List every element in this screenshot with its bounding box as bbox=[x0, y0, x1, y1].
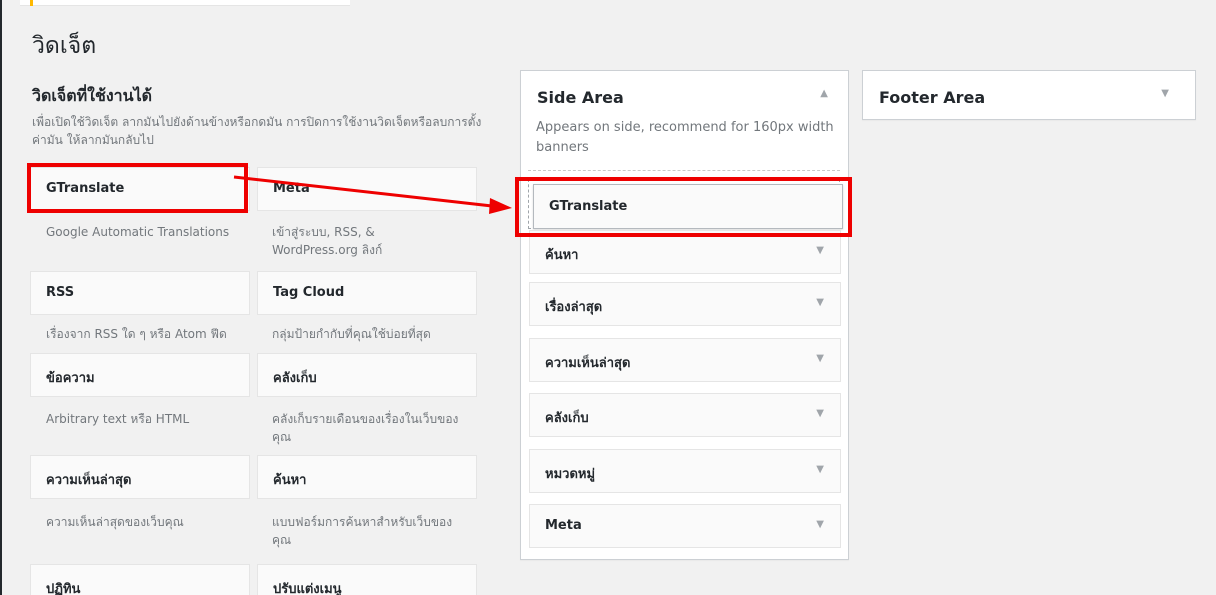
triangle-down-icon[interactable]: ▼ bbox=[816, 353, 824, 364]
widget-title: ความเห็นล่าสุด bbox=[545, 356, 631, 371]
footer-area-title[interactable]: Footer Area bbox=[879, 88, 985, 107]
widget-rss[interactable]: RSS bbox=[30, 271, 250, 315]
widget-search[interactable]: ค้นหา bbox=[257, 455, 477, 499]
widget-description: Google Automatic Translations bbox=[46, 225, 230, 239]
side-area-title[interactable]: Side Area bbox=[537, 88, 624, 107]
widget-title: ปรับแต่งเมนู bbox=[273, 582, 342, 595]
widget-custom-menu[interactable]: ปรับแต่งเมนู bbox=[257, 564, 477, 595]
sidebar-widget-recent-posts[interactable]: เรื่องล่าสุด ▼ bbox=[529, 282, 841, 326]
widget-title: ความเห็นล่าสุด bbox=[46, 473, 132, 488]
available-widgets-title: วิดเจ็ตที่ใช้งานได้ bbox=[32, 86, 152, 105]
widget-meta[interactable]: Meta bbox=[257, 167, 477, 211]
widget-archives[interactable]: คลังเก็บ bbox=[257, 353, 477, 397]
widget-description: แบบฟอร์มการค้นหาสำหรับเว็บของคุณ bbox=[272, 515, 453, 547]
widget-title: คลังเก็บ bbox=[273, 371, 317, 386]
widget-title: Meta bbox=[545, 518, 582, 533]
widget-title: คลังเก็บ bbox=[545, 411, 589, 426]
footer-area-sidebar[interactable]: Footer Area ▼ bbox=[862, 70, 1196, 120]
widget-description: Arbitrary text หรือ HTML bbox=[46, 412, 190, 426]
widget-description: กลุ่มป้ายกำกับที่คุณใช้บ่อยที่สุด bbox=[272, 327, 431, 341]
highlight-target-box bbox=[515, 177, 852, 237]
highlight-source-box bbox=[27, 163, 248, 213]
triangle-down-icon[interactable]: ▼ bbox=[1161, 88, 1169, 99]
triangle-up-icon[interactable]: ▲ bbox=[820, 88, 828, 99]
triangle-down-icon[interactable]: ▼ bbox=[816, 519, 824, 530]
widget-description: คลังเก็บรายเดือนของเรื่องในเว็บของคุณ bbox=[272, 412, 459, 444]
triangle-down-icon[interactable]: ▼ bbox=[816, 408, 824, 419]
sidebar-widget-archives[interactable]: คลังเก็บ ▼ bbox=[529, 393, 841, 437]
side-area-description: Appears on side, recommend for 160px wid… bbox=[536, 120, 834, 155]
top-notice bbox=[20, 0, 350, 6]
widget-description: เรื่องจาก RSS ใด ๆ หรือ Atom ฟีด bbox=[46, 327, 227, 341]
widget-title: ข้อความ bbox=[46, 371, 95, 386]
available-widgets-description: เพื่อเปิดใช้วิดเจ็ต ลากมันไปยังด้านข้างห… bbox=[32, 115, 482, 147]
sidebar-widget-meta[interactable]: Meta ▼ bbox=[529, 504, 841, 548]
widget-title: Tag Cloud bbox=[273, 285, 345, 300]
widget-description: เข้าสู่ระบบ, RSS, & WordPress.org ลิงก์ bbox=[272, 225, 383, 257]
widget-title: เรื่องล่าสุด bbox=[545, 300, 603, 315]
widget-title: Meta bbox=[273, 181, 310, 196]
widget-title: RSS bbox=[46, 285, 75, 300]
triangle-down-icon[interactable]: ▼ bbox=[816, 464, 824, 475]
sidebar-widget-categories[interactable]: หมวดหมู่ ▼ bbox=[529, 449, 841, 493]
widget-title: ปฏิทิน bbox=[46, 582, 81, 595]
widget-title: หมวดหมู่ bbox=[545, 467, 596, 482]
notice-accent bbox=[30, 0, 33, 6]
widget-title: ค้นหา bbox=[545, 248, 579, 263]
divider bbox=[528, 170, 840, 171]
page-title: วิดเจ็ต bbox=[32, 33, 97, 59]
admin-menu-edge bbox=[0, 0, 2, 595]
widget-title: ค้นหา bbox=[273, 473, 307, 488]
widget-recent-comments[interactable]: ความเห็นล่าสุด bbox=[30, 455, 250, 499]
triangle-down-icon[interactable]: ▼ bbox=[816, 245, 824, 256]
widget-calendar[interactable]: ปฏิทิน bbox=[30, 564, 250, 595]
widget-tag-cloud[interactable]: Tag Cloud bbox=[257, 271, 477, 315]
widget-text[interactable]: ข้อความ bbox=[30, 353, 250, 397]
sidebar-widget-recent-comments[interactable]: ความเห็นล่าสุด ▼ bbox=[529, 338, 841, 382]
triangle-down-icon[interactable]: ▼ bbox=[816, 297, 824, 308]
widget-description: ความเห็นล่าสุดของเว็บคุณ bbox=[46, 515, 184, 529]
